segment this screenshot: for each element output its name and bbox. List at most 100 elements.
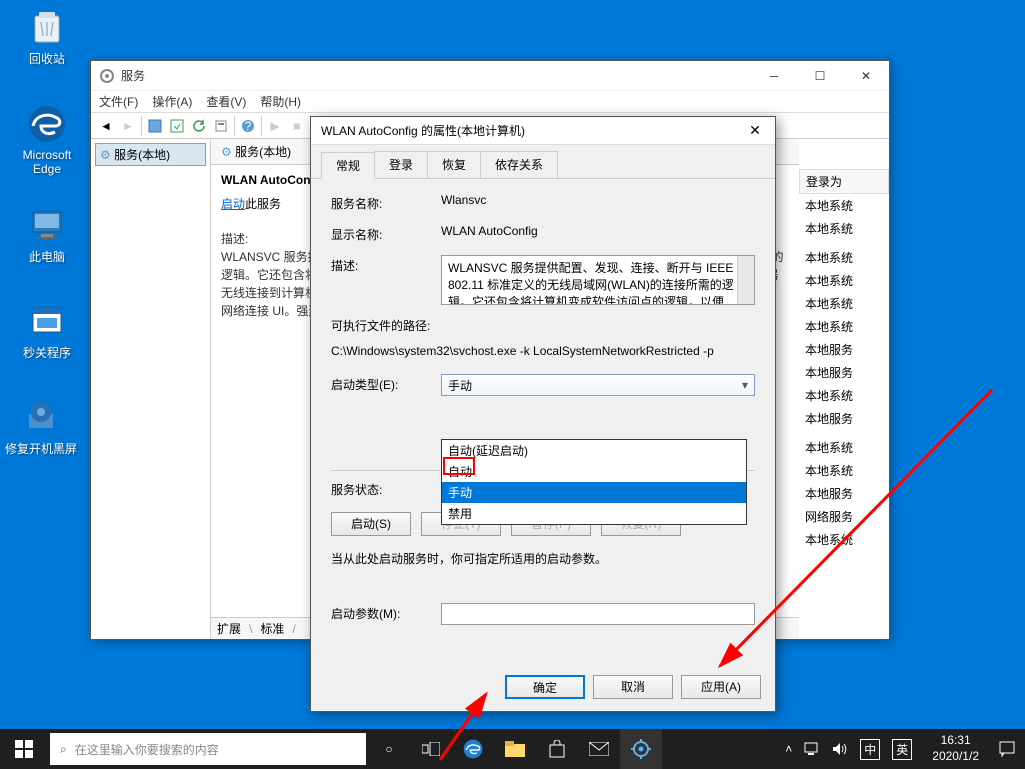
- explorer-icon[interactable]: [494, 729, 536, 769]
- minimize-button[interactable]: ─: [751, 61, 797, 91]
- desktop-icon-thispc[interactable]: 此电脑: [10, 204, 84, 265]
- maximize-button[interactable]: ☐: [797, 61, 843, 91]
- titlebar: 服务 ─ ☐ ✕: [91, 61, 889, 91]
- label-description: 描述:: [331, 255, 441, 274]
- dialog-title: WLAN AutoConfig 的属性(本地计算机): [321, 122, 735, 139]
- dialog-titlebar: WLAN AutoConfig 的属性(本地计算机) ✕: [311, 117, 775, 145]
- column-header-logon[interactable]: 登录为: [799, 169, 889, 194]
- tray-chevron-icon[interactable]: ˄: [785, 742, 792, 756]
- logon-cell: 本地系统: [799, 384, 889, 407]
- desktop-icon-label: 秒关程序: [10, 344, 84, 361]
- props-icon[interactable]: [210, 115, 232, 137]
- gear-box-icon: [21, 396, 61, 436]
- menu-view[interactable]: 查看(V): [206, 93, 246, 110]
- taskview-icon[interactable]: [410, 729, 452, 769]
- start-button[interactable]: [0, 729, 48, 769]
- logon-cell: 本地系统: [799, 194, 889, 217]
- tray-network-icon[interactable]: [804, 742, 820, 756]
- label-exepath: 可执行文件的路径:: [331, 317, 755, 334]
- gear-icon: [99, 68, 115, 84]
- close-button[interactable]: ✕: [735, 117, 775, 145]
- desktop-icon-recycle[interactable]: 回收站: [10, 6, 84, 67]
- mail-icon[interactable]: [578, 729, 620, 769]
- start-param-input[interactable]: [441, 603, 755, 625]
- label-servicename: 服务名称:: [331, 193, 441, 212]
- logon-cell: 本地系统: [799, 246, 889, 269]
- option-auto-delayed[interactable]: 自动(延迟启动): [442, 440, 746, 461]
- close-button[interactable]: ✕: [843, 61, 889, 91]
- logon-cell: 本地系统: [799, 459, 889, 482]
- logon-cell: 本地系统: [799, 315, 889, 338]
- menubar: 文件(F) 操作(A) 查看(V) 帮助(H): [91, 91, 889, 113]
- cortana-icon[interactable]: ○: [368, 729, 410, 769]
- logon-cell: 本地系统: [799, 528, 889, 551]
- play-icon[interactable]: ▶: [264, 115, 286, 137]
- view-icon[interactable]: [144, 115, 166, 137]
- desktop-icon-label: 修复开机黑屏: [4, 440, 78, 457]
- desc-label: 描述:: [221, 232, 248, 246]
- option-manual[interactable]: 手动: [442, 482, 746, 503]
- tab-deps[interactable]: 依存关系: [480, 151, 558, 178]
- back-button[interactable]: ◄: [95, 115, 117, 137]
- value-displayname: WLAN AutoConfig: [441, 224, 755, 238]
- pc-icon: [27, 204, 67, 244]
- tab-logon[interactable]: 登录: [374, 151, 428, 178]
- edge-taskbar-icon[interactable]: [452, 729, 494, 769]
- ime-mode[interactable]: 英: [892, 739, 912, 760]
- description-box[interactable]: WLANSVC 服务提供配置、发现、连接、断开与 IEEE 802.11 标准定…: [441, 255, 755, 305]
- tab-extended[interactable]: 扩展: [217, 620, 241, 637]
- label-status: 服务状态:: [331, 479, 441, 498]
- cancel-button[interactable]: 取消: [593, 675, 673, 699]
- notification-icon[interactable]: [999, 741, 1015, 757]
- left-panel: ⚙ 服务(本地): [91, 139, 211, 639]
- logon-cell: 本地服务: [799, 361, 889, 384]
- tray-volume-icon[interactable]: [832, 742, 848, 756]
- taskbar-search[interactable]: ⌕ 在这里输入你要搜索的内容: [50, 733, 366, 765]
- window-icon: [27, 300, 67, 340]
- refresh-icon[interactable]: [188, 115, 210, 137]
- panel-header: 服务(本地): [235, 145, 291, 159]
- right-column: 登录为 本地系统本地系统本地系统本地系统本地系统本地系统本地服务本地服务本地系统…: [799, 139, 889, 639]
- help-icon[interactable]: ?: [237, 115, 259, 137]
- taskbar-clock[interactable]: 16:31 2020/1/2: [924, 733, 987, 764]
- logon-cell: 网络服务: [799, 505, 889, 528]
- start-service-link[interactable]: 启动: [221, 197, 245, 211]
- services-local-node[interactable]: ⚙ 服务(本地): [95, 143, 206, 166]
- tab-standard[interactable]: 标准: [260, 620, 284, 637]
- forward-button[interactable]: ►: [117, 115, 139, 137]
- logon-cell: 本地系统: [799, 436, 889, 459]
- desktop-icon-fixboot[interactable]: 修复开机黑屏: [4, 396, 78, 457]
- logon-cell: 本地服务: [799, 482, 889, 505]
- menu-action[interactable]: 操作(A): [152, 93, 192, 110]
- desktop-icon-label: Microsoft Edge: [10, 148, 84, 176]
- tab-general[interactable]: 常规: [321, 152, 375, 179]
- settings-icon[interactable]: [620, 729, 662, 769]
- properties-dialog: WLAN AutoConfig 的属性(本地计算机) ✕ 常规 登录 恢复 依存…: [310, 116, 776, 712]
- label-displayname: 显示名称:: [331, 224, 441, 243]
- store-icon[interactable]: [536, 729, 578, 769]
- ime-lang[interactable]: 中: [860, 739, 880, 760]
- startup-type-select[interactable]: 手动: [441, 374, 755, 396]
- recycle-bin-icon: [27, 6, 67, 46]
- ok-button[interactable]: 确定: [505, 675, 585, 699]
- tab-recovery[interactable]: 恢复: [427, 151, 481, 178]
- menu-help[interactable]: 帮助(H): [260, 93, 301, 110]
- startup-type-dropdown: 自动(延迟启动) 自动 手动 禁用: [441, 439, 747, 525]
- window-title: 服务: [121, 67, 751, 84]
- logon-cell: 本地系统: [799, 292, 889, 315]
- value-servicename: Wlansvc: [441, 193, 755, 207]
- desktop-icon-secclose[interactable]: 秒关程序: [10, 300, 84, 361]
- taskbar: ⌕ 在这里输入你要搜索的内容 ○ ˄ 中 英 16:31 2020/1/2: [0, 729, 1025, 769]
- desktop-icon-edge[interactable]: Microsoft Edge: [10, 104, 84, 176]
- svg-text:?: ?: [245, 119, 252, 133]
- export-icon[interactable]: [166, 115, 188, 137]
- stop-icon[interactable]: ■: [286, 115, 308, 137]
- menu-file[interactable]: 文件(F): [99, 93, 138, 110]
- option-disabled[interactable]: 禁用: [442, 503, 746, 524]
- logon-cell: 本地系统: [799, 269, 889, 292]
- logon-cell: 本地系统: [799, 217, 889, 240]
- label-startparam: 启动参数(M):: [331, 603, 441, 622]
- option-auto[interactable]: 自动: [442, 461, 746, 482]
- apply-button[interactable]: 应用(A): [681, 675, 761, 699]
- start-button[interactable]: 启动(S): [331, 512, 411, 536]
